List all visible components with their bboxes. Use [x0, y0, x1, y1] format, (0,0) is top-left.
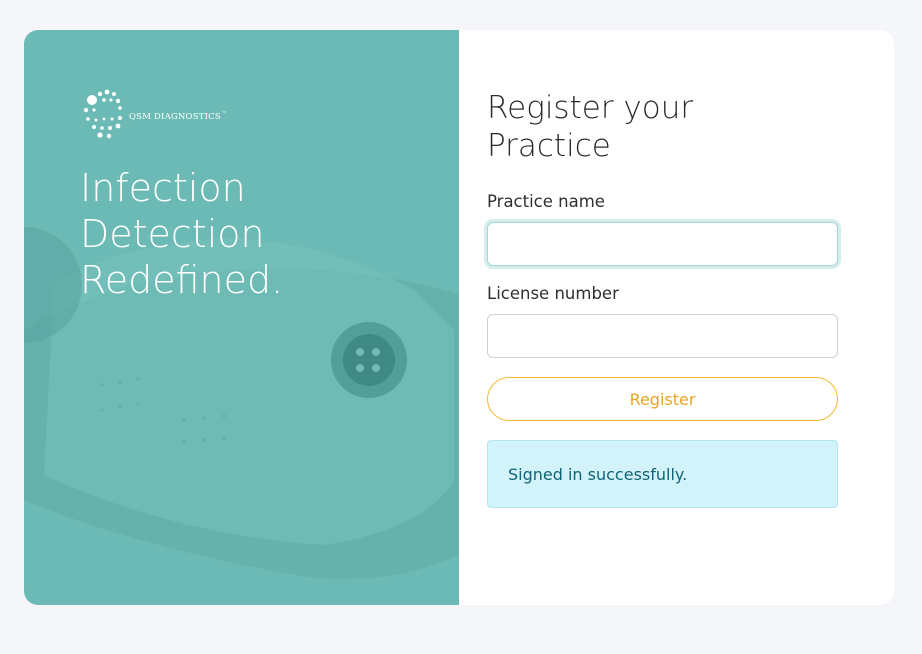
hero-headline: Infection Detection Redefined.: [80, 166, 283, 304]
headline-line: Detection: [80, 211, 265, 256]
headline-line: Redefined.: [80, 257, 284, 302]
registration-card: QSM DIAGNOSTICS ™ Infection Detection Re…: [24, 30, 894, 605]
alert-message: Signed in successfully.: [508, 464, 688, 484]
logo-text: QSM DIAGNOSTICS: [129, 112, 221, 122]
registration-form: Register your Practice Practice name Lic…: [487, 90, 838, 508]
license-number-label: License number: [487, 284, 619, 303]
form-title-line: Practice: [487, 127, 611, 164]
logo-dots-icon: [83, 89, 122, 139]
form-title: Register your Practice: [487, 90, 838, 165]
success-alert: Signed in successfully.: [487, 440, 838, 508]
trademark-mark: ™: [221, 111, 228, 117]
hero-panel: QSM DIAGNOSTICS ™ Infection Detection Re…: [24, 30, 459, 605]
headline-line: Infection: [80, 166, 246, 210]
practice-name-label: Practice name: [487, 192, 605, 211]
practice-name-input[interactable]: [487, 222, 838, 266]
form-title-line: Register your: [487, 90, 694, 126]
register-button[interactable]: Register: [487, 377, 838, 421]
license-number-input[interactable]: [487, 314, 838, 358]
qsm-logo: QSM DIAGNOSTICS ™: [80, 86, 227, 144]
